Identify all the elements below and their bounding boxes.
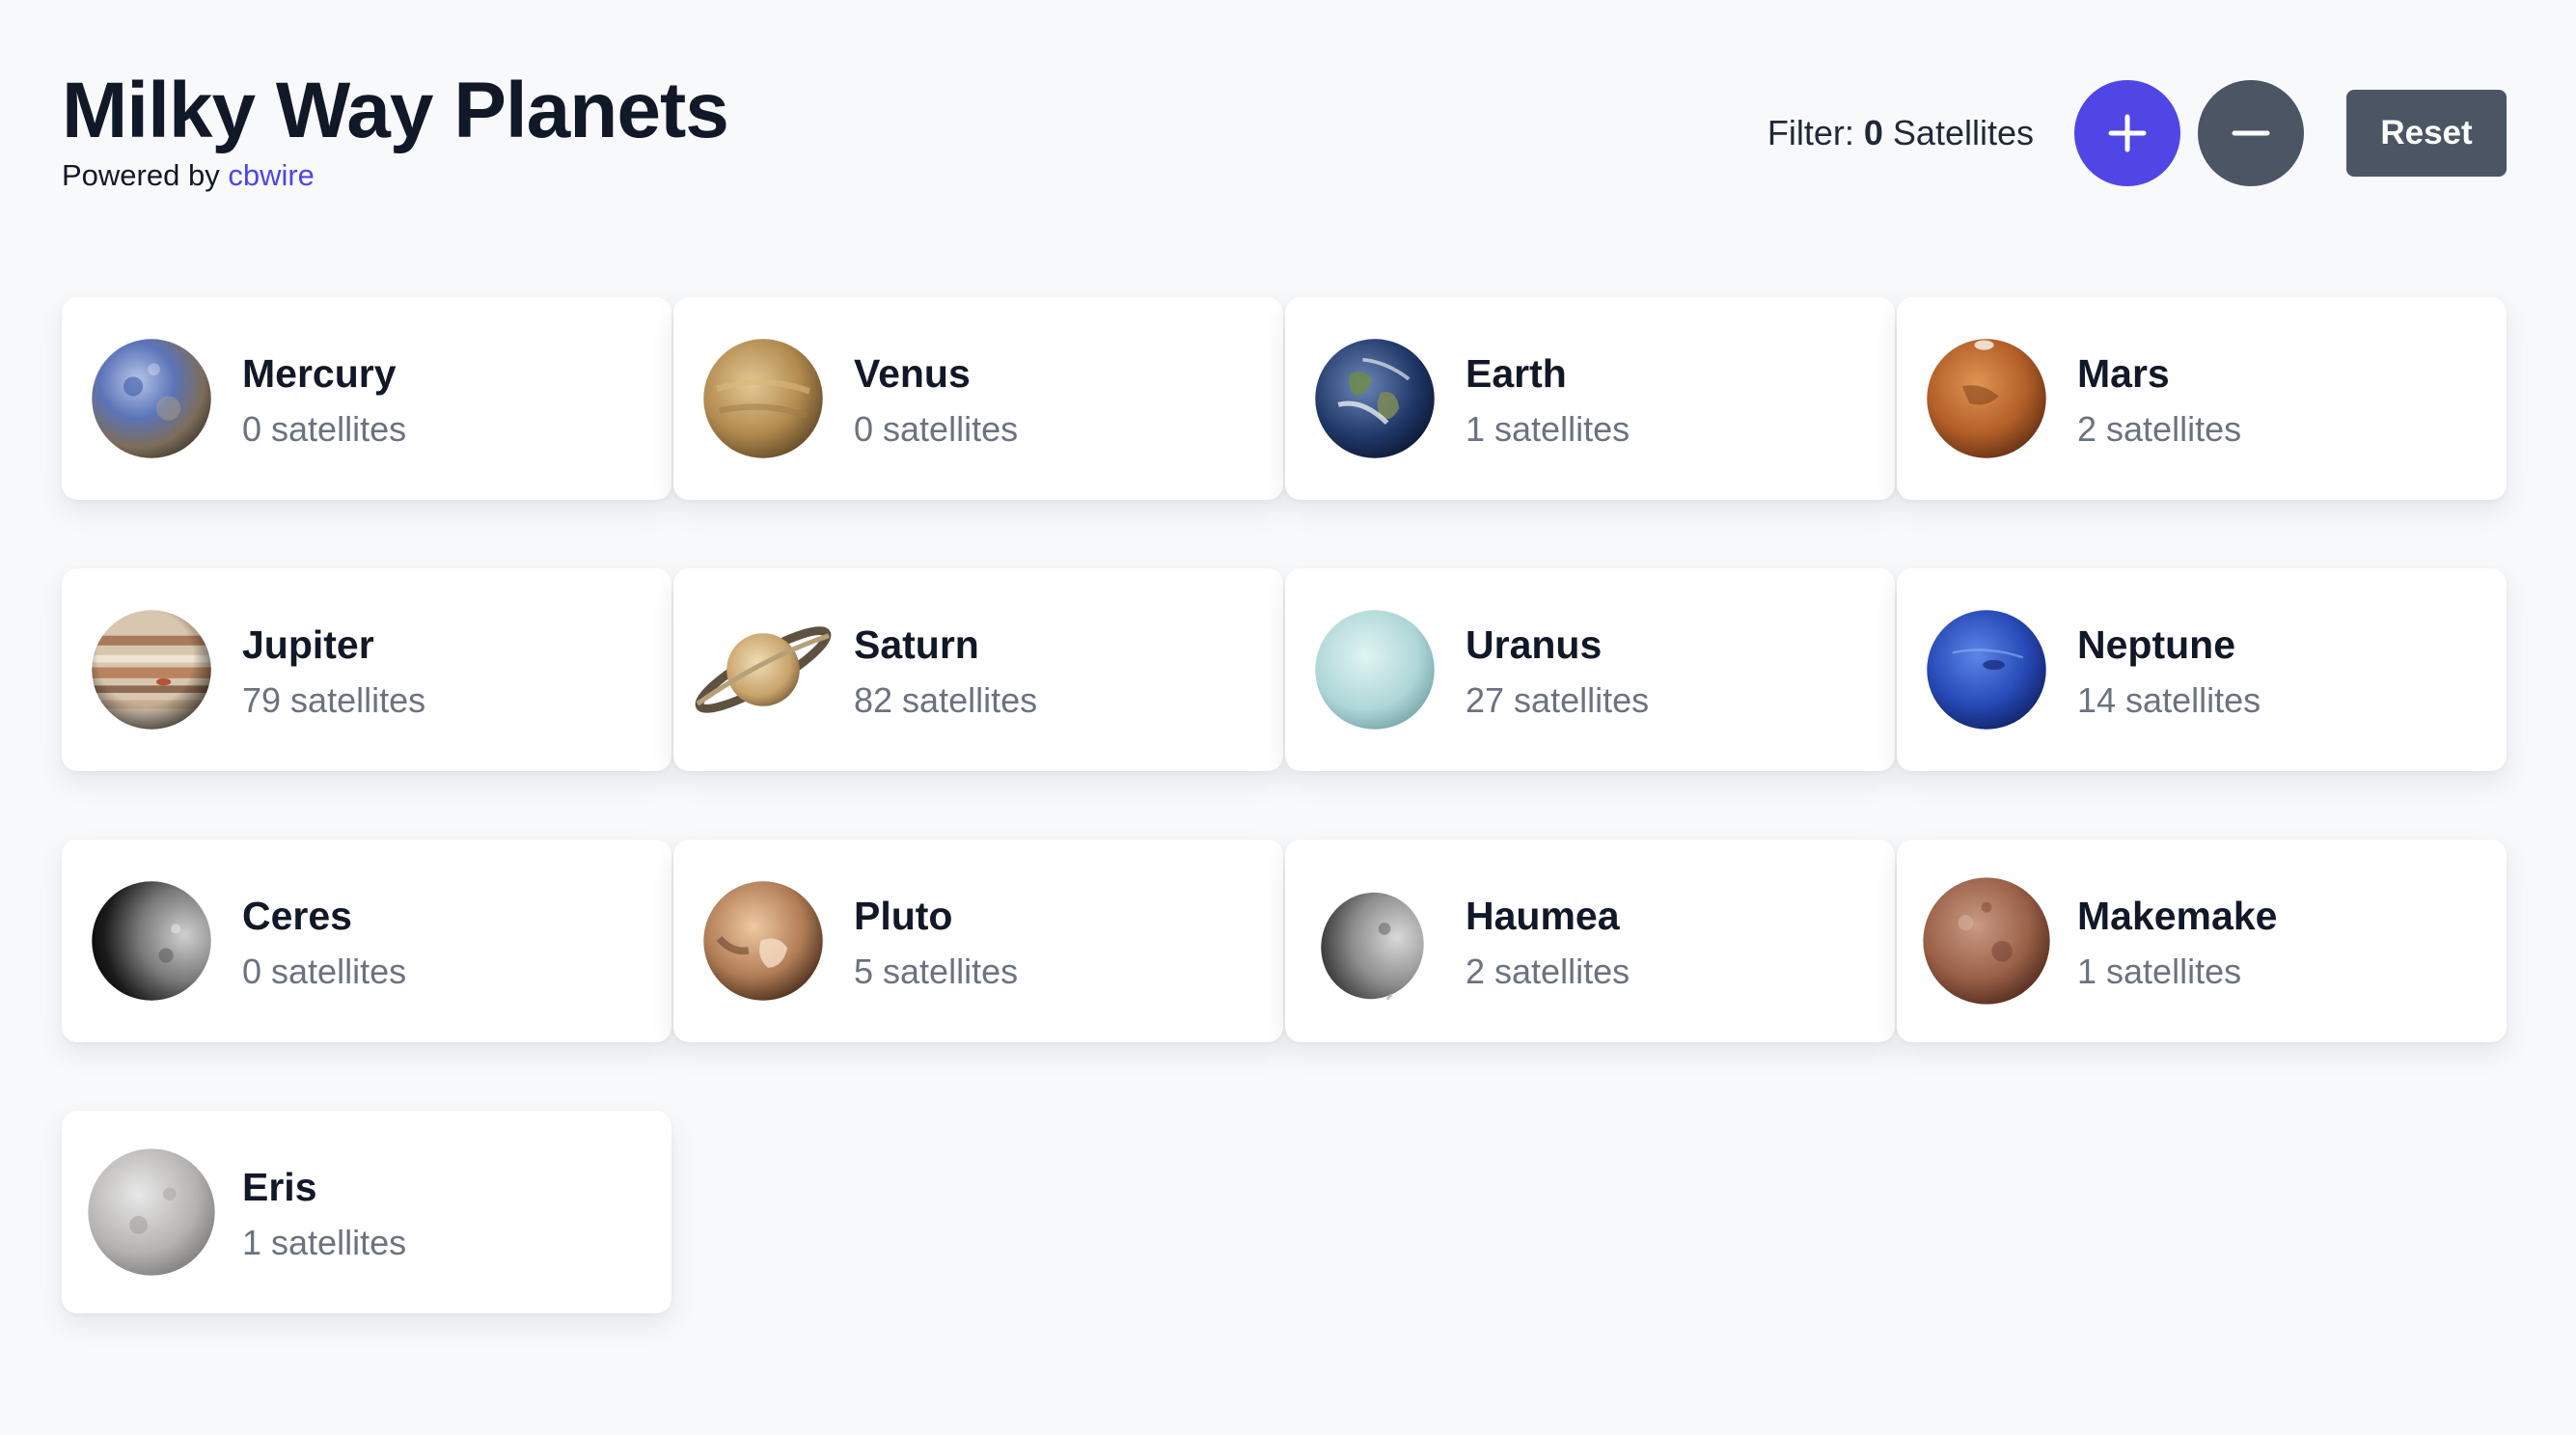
- planet-card-mars[interactable]: Mars 2 satellites: [1897, 297, 2507, 500]
- planet-card-mercury[interactable]: Mercury 0 satellites: [62, 297, 671, 500]
- uranus-icon: [1315, 610, 1435, 730]
- haumea-icon: [1316, 880, 1424, 1001]
- filter-label: Filter:: [1767, 113, 1854, 152]
- saturn-icon: [695, 626, 832, 713]
- planet-card-jupiter[interactable]: Jupiter 79 satellites: [62, 568, 671, 771]
- planet-name: Uranus: [1466, 622, 1603, 667]
- planet-satellites: 27 satellites: [1466, 680, 1650, 720]
- mars-icon: [1927, 339, 2046, 458]
- increase-filter-button[interactable]: [2074, 80, 2180, 186]
- filter-unit: Satellites: [1892, 113, 2034, 152]
- satellite-filter: Filter: 0 Satellites: [1768, 113, 2034, 153]
- planet-name: Ceres: [242, 894, 352, 938]
- planet-card-makemake[interactable]: Makemake 1 satellites: [1897, 840, 2507, 1042]
- planet-name: Mars: [2077, 351, 2170, 396]
- planet-card-saturn[interactable]: Saturn 82 satellites: [673, 568, 1283, 771]
- planet-name: Earth: [1466, 351, 1567, 396]
- planet-name: Neptune: [2077, 622, 2235, 667]
- plus-icon: [2108, 114, 2147, 152]
- planet-card-haumea[interactable]: Haumea 2 satellites: [1285, 840, 1895, 1042]
- planet-satellites: 1 satellites: [1466, 409, 1631, 449]
- planet-satellites: 5 satellites: [854, 952, 1019, 991]
- makemake-icon: [1923, 877, 2050, 1005]
- pluto-icon: [703, 881, 823, 1001]
- jupiter-icon: [92, 610, 211, 730]
- planet-satellites: 1 satellites: [242, 1223, 407, 1262]
- planet-name: Makemake: [2077, 894, 2278, 938]
- planet-name: Haumea: [1466, 894, 1620, 938]
- planet-satellites: 1 satellites: [2077, 952, 2242, 991]
- planet-satellites: 14 satellites: [2077, 680, 2261, 720]
- planet-card-pluto[interactable]: Pluto 5 satellites: [673, 840, 1283, 1042]
- planet-satellites: 2 satellites: [2077, 409, 2242, 449]
- planet-name: Eris: [242, 1165, 317, 1209]
- venus-icon: [703, 339, 823, 458]
- planet-satellites: 0 satellites: [854, 409, 1019, 449]
- planet-name: Jupiter: [242, 622, 374, 667]
- planet-card-venus[interactable]: Venus 0 satellites: [673, 297, 1283, 500]
- planet-card-earth[interactable]: Earth 1 satellites: [1285, 297, 1895, 500]
- planet-card-neptune[interactable]: Neptune 14 satellites: [1897, 568, 2507, 771]
- planet-name: Venus: [854, 351, 971, 396]
- satellite-controls: Filter: 0 Satellites Reset: [1768, 79, 2507, 187]
- eris-icon: [88, 1148, 215, 1276]
- decrease-filter-button[interactable]: [2198, 80, 2304, 186]
- powered-by-label: Powered by: [62, 158, 220, 192]
- planet-name: Saturn: [854, 622, 979, 667]
- page-header: Milky Way Planets Powered by cbwire Filt…: [62, 62, 2507, 207]
- planet-grid: Mercury 0 satellites Venus 0 satellites: [62, 297, 2507, 1313]
- planet-card-eris[interactable]: Eris 1 satellites: [62, 1111, 671, 1313]
- earth-icon: [1315, 339, 1435, 458]
- powered-by: Powered by cbwire: [62, 158, 315, 193]
- mercury-icon: [92, 339, 211, 458]
- neptune-icon: [1927, 610, 2046, 730]
- planet-satellites: 2 satellites: [1466, 952, 1631, 991]
- reset-button[interactable]: Reset: [2346, 90, 2507, 177]
- planet-satellites: 82 satellites: [854, 680, 1038, 720]
- planet-card-uranus[interactable]: Uranus 27 satellites: [1285, 568, 1895, 771]
- planet-name: Pluto: [854, 894, 953, 938]
- ceres-icon: [92, 881, 211, 1001]
- planet-satellites: 79 satellites: [242, 680, 426, 720]
- planet-name: Mercury: [242, 351, 397, 396]
- planet-card-ceres[interactable]: Ceres 0 satellites: [62, 840, 671, 1042]
- page-title: Milky Way Planets: [62, 67, 729, 154]
- planet-satellites: 0 satellites: [242, 952, 407, 991]
- minus-icon: [2232, 130, 2270, 136]
- cbwire-link[interactable]: cbwire: [228, 158, 315, 192]
- filter-count: 0: [1863, 113, 1883, 152]
- planet-satellites: 0 satellites: [242, 409, 407, 449]
